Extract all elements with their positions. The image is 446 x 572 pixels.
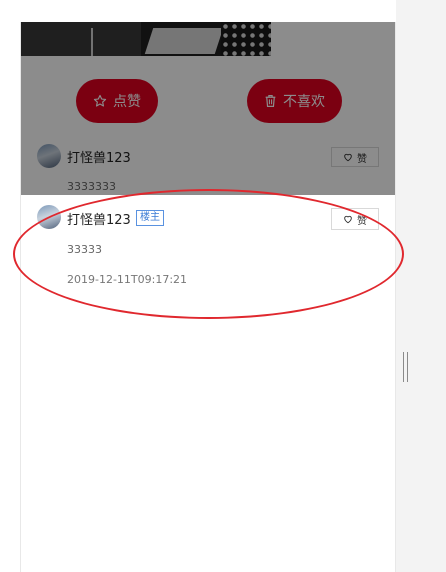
resize-handle[interactable] xyxy=(403,352,409,382)
modal-overlay[interactable] xyxy=(21,22,395,195)
highlight-ellipse xyxy=(13,189,404,319)
page-background-gutter xyxy=(396,0,446,572)
grip-line xyxy=(407,352,408,382)
grip-line xyxy=(403,352,404,382)
